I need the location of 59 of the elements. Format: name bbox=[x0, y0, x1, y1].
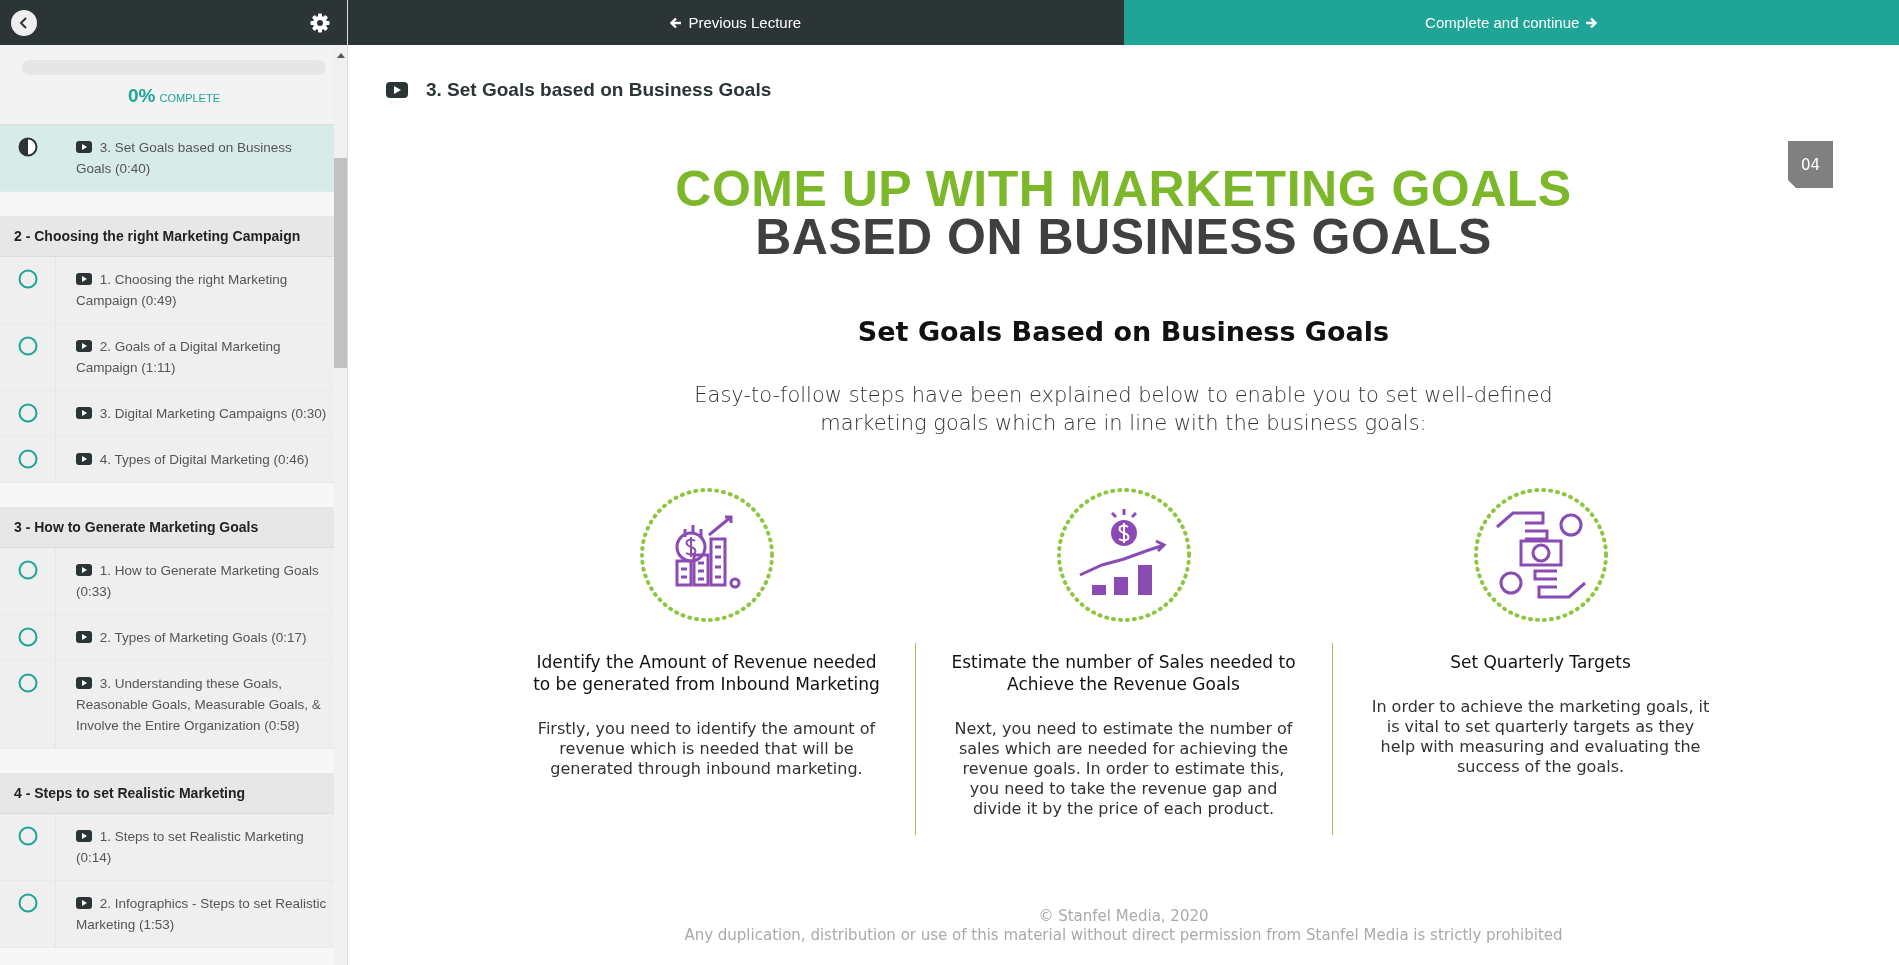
video-icon bbox=[76, 340, 92, 352]
scrollbar[interactable] bbox=[334, 45, 347, 965]
step-text: In order to achieve the marketing goals, it is vital to set quarterly targets as they help with measuring and evaluating the success of the goals. bbox=[1370, 697, 1711, 778]
lesson-item[interactable]: 2. Infographics - Steps to set Realistic Marketing (1:53) bbox=[0, 881, 334, 948]
video-icon bbox=[76, 407, 92, 419]
copyright-notice: Any duplication, distribution or use of this material without direct permission from Stanfel Media is strictly prohibited bbox=[684, 926, 1563, 945]
slide-title: BASED ON BUSINESS GOALS bbox=[755, 213, 1492, 261]
section-title: 4 - Steps to set Realistic Marketing bbox=[0, 773, 334, 814]
money-exchange-icon bbox=[1472, 487, 1609, 623]
video-icon bbox=[76, 897, 92, 909]
lesson-title: 1. How to Generate Marketing Goals (0:33) bbox=[75, 562, 320, 601]
step-heading: Set Quarterly Targets bbox=[1450, 651, 1631, 673]
lecture-title: 3. Set Goals based on Business Goals bbox=[426, 79, 772, 101]
page-number: 04 bbox=[1788, 141, 1833, 188]
video-icon bbox=[76, 141, 92, 153]
growth-chart-icon bbox=[1055, 487, 1192, 623]
slide-subtitle: Set Goals Based on Business Goals bbox=[857, 316, 1390, 347]
lesson-title: 2. Infographics - Steps to set Realistic Marketing (1:53) bbox=[75, 895, 328, 934]
slide-intro: Easy-to-follow steps have been explained below to enable you to set well-defined marketing goals which are in line with the business goals: bbox=[693, 382, 1554, 437]
step-heading: Estimate the number of Sales needed to Achieve the Revenue Goals bbox=[950, 651, 1297, 695]
lesson-item[interactable]: 2. Goals of a Digital Marketing Campaign (1:11) bbox=[0, 324, 334, 391]
arrow-right-icon bbox=[1585, 16, 1598, 29]
previous-lecture-button[interactable]: Previous Lecture bbox=[348, 0, 1124, 45]
video-icon bbox=[76, 830, 92, 842]
copyright-text: © Stanfel Media, 2020 bbox=[1037, 907, 1210, 926]
step-heading: Identify the Amount of Revenue needed to be generated from Inbound Marketing bbox=[532, 651, 881, 695]
lesson-item[interactable]: 3. Digital Marketing Campaigns (0:30) bbox=[0, 391, 334, 437]
video-icon bbox=[76, 453, 92, 465]
step-text: Next, you need to estimate the number of sales which are needed for achieving the revenue goals. In order to estimate this, you need to take the revenue gap and divide it by the price of each product. bbox=[953, 719, 1294, 820]
lesson-title: 3. Understanding these Goals, Reasonable Goals, Measurable Goals, & Involve the Entire Organization (0:58) bbox=[75, 675, 322, 735]
coins-chart-icon bbox=[638, 487, 775, 623]
lesson-item[interactable]: 3. Set Goals based on Business Goals (0:40) bbox=[0, 125, 334, 192]
lesson-title: 3. Set Goals based on Business Goals (0:40) bbox=[75, 139, 293, 178]
slide-title: COME UP WITH MARKETING GOALS bbox=[675, 165, 1572, 213]
back-button[interactable] bbox=[11, 9, 37, 36]
lesson-title: 2. Types of Marketing Goals (0:17) bbox=[56, 615, 313, 660]
video-icon bbox=[76, 631, 92, 643]
lesson-item[interactable]: 1. Choosing the right Marketing Campaign (0:49) bbox=[0, 257, 334, 324]
arrow-left-icon bbox=[670, 16, 683, 29]
lesson-item[interactable]: 2. Types of Marketing Goals (0:17) bbox=[0, 615, 334, 661]
video-icon bbox=[76, 677, 92, 689]
lesson-item[interactable]: 4. Types of Digital Marketing (0:46) bbox=[0, 437, 334, 483]
lesson-title: 1. Steps to set Realistic Marketing (0:14) bbox=[75, 828, 305, 867]
lesson-item[interactable]: 1. Steps to set Realistic Marketing (0:14) bbox=[0, 814, 334, 881]
video-icon bbox=[386, 82, 408, 98]
lesson-item[interactable]: 3. Understanding these Goals, Reasonable Goals, Measurable Goals, & Involve the Entire Organization (0:58) bbox=[0, 661, 334, 749]
lesson-title: 2. Goals of a Digital Marketing Campaign (1:11) bbox=[75, 338, 282, 377]
progress-label: COMPLETE bbox=[159, 92, 220, 104]
section-title: 3 - How to Generate Marketing Goals bbox=[0, 507, 334, 548]
lesson-item[interactable]: 1. How to Generate Marketing Goals (0:33) bbox=[0, 548, 334, 615]
video-icon bbox=[76, 564, 92, 576]
step-text: Firstly, you need to identify the amount of revenue which is needed that will be generated through inbound marketing. bbox=[536, 719, 877, 780]
lesson-title: 3. Digital Marketing Campaigns (0:30) bbox=[56, 391, 333, 436]
settings-icon[interactable] bbox=[310, 12, 330, 33]
section-title: 2 - Choosing the right Marketing Campaign bbox=[0, 216, 334, 257]
lesson-title: 1. Choosing the right Marketing Campaign (0:49) bbox=[75, 271, 289, 310]
video-icon bbox=[76, 273, 92, 285]
lesson-title: 4. Types of Digital Marketing (0:46) bbox=[56, 437, 315, 482]
progress-percent: 0% bbox=[128, 85, 156, 106]
